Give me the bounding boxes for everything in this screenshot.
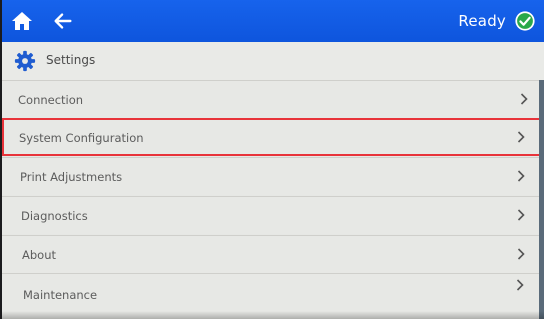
menu-item-label: Maintenance [23, 288, 98, 302]
menu-item-system-configuration[interactable]: System Configuration [2, 118, 544, 156]
menu-item-connection[interactable]: Connection [2, 80, 544, 118]
printer-status[interactable]: Ready [458, 8, 536, 34]
page-title: Settings [46, 53, 96, 67]
scrollbar[interactable] [539, 80, 544, 319]
home-button[interactable] [10, 9, 34, 33]
chevron-right-icon [520, 93, 528, 105]
menu-item-label: About [22, 248, 57, 262]
bottom-bezel-shadow [2, 311, 544, 319]
menu-item-label: Print Adjustments [20, 170, 123, 184]
chevron-right-icon [517, 131, 525, 143]
chevron-right-icon [516, 279, 524, 291]
status-ok-icon [515, 11, 535, 31]
gear-icon [14, 50, 36, 72]
menu-item-label: Connection [18, 93, 84, 107]
home-icon [12, 12, 32, 30]
chevron-right-icon [517, 170, 525, 182]
menu-item-diagnostics[interactable]: Diagnostics [2, 196, 544, 234]
settings-header: Settings [2, 42, 544, 80]
menu-item-about[interactable]: About [2, 235, 544, 273]
top-bar: Ready [2, 0, 544, 42]
menu-item-print-adjustments[interactable]: Print Adjustments [2, 157, 544, 195]
back-button[interactable] [52, 10, 74, 32]
printer-screen: Ready Settings Connection System Configu… [2, 0, 544, 319]
status-text: Ready [458, 12, 506, 30]
menu-item-label: System Configuration [19, 131, 144, 145]
chevron-right-icon [517, 209, 525, 221]
back-arrow-icon [54, 13, 72, 29]
chevron-right-icon [517, 248, 525, 260]
menu-item-label: Diagnostics [21, 209, 88, 223]
